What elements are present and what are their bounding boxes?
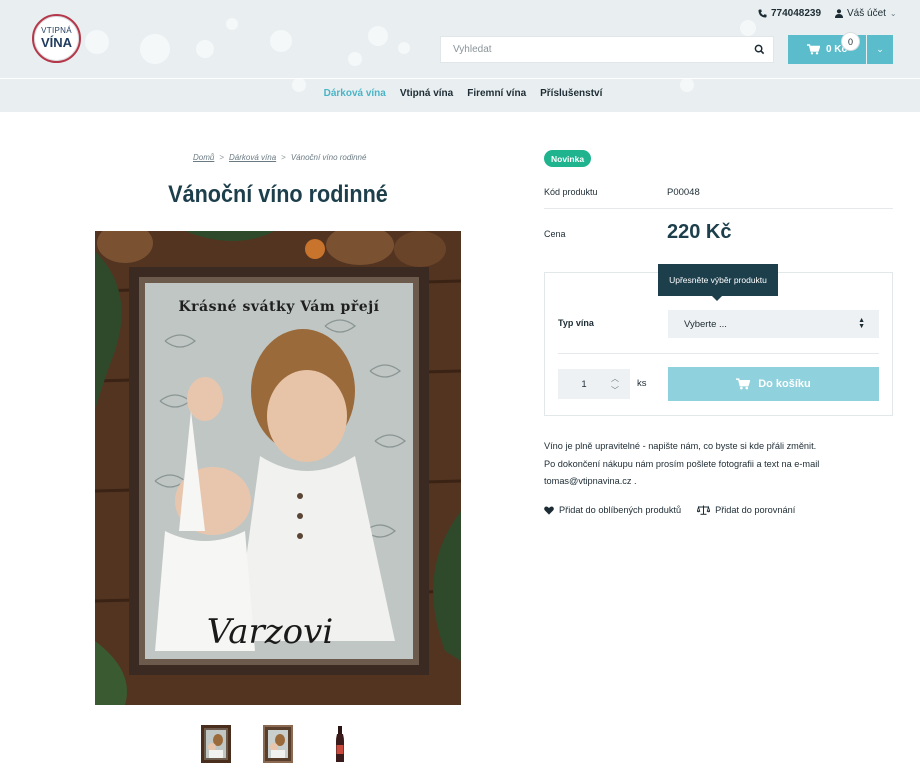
search-box: [440, 36, 774, 63]
image-greeting-text: Krásné svátky Vám přejí: [178, 299, 379, 315]
product-thumbnails: [201, 725, 355, 763]
breadcrumb-separator: >: [219, 153, 225, 162]
breadcrumb-home[interactable]: Domů: [193, 153, 214, 162]
divider: [544, 208, 893, 209]
bokeh-decoration: [226, 18, 238, 30]
search-input[interactable]: [441, 37, 751, 62]
thumbnail-2[interactable]: [263, 725, 293, 763]
variant-label: Typ vína: [558, 318, 594, 328]
product-main-image[interactable]: Krásné svátky Vám přejí Varzovi: [95, 231, 461, 705]
header-divider: [0, 78, 920, 79]
bokeh-decoration: [196, 40, 214, 58]
bokeh-decoration: [85, 30, 109, 54]
cart-count-badge: 0: [842, 33, 859, 50]
thumbnail-1[interactable]: [201, 725, 231, 763]
scales-icon: [697, 505, 711, 515]
logo-line-1: VTIPNÁ: [41, 26, 72, 35]
search-icon[interactable]: [754, 44, 765, 55]
quantity-increase-icon[interactable]: ︿: [608, 373, 622, 383]
divider: [558, 353, 879, 354]
bokeh-decoration: [140, 34, 170, 64]
price-label: Cena: [544, 229, 566, 239]
quantity-unit: ks: [637, 378, 647, 389]
cart-icon: [806, 44, 820, 55]
product-description: Víno je plně upravitelné - napište nám, …: [544, 438, 893, 491]
phone-number: 774048239: [771, 8, 822, 19]
site-logo[interactable]: VTIPNÁ VÍNA: [32, 14, 81, 63]
product-code-label: Kód produktu: [544, 187, 598, 197]
add-to-cart-label: Do košíku: [758, 378, 811, 390]
phone-icon: [758, 9, 767, 18]
account-label: Váš účet: [847, 8, 886, 19]
product-title: Vánoční víno rodinné: [168, 181, 388, 208]
quantity-decrease-icon[interactable]: ﹀: [608, 385, 622, 395]
bokeh-decoration: [398, 42, 410, 54]
description-line: Víno je plně upravitelné - napište nám, …: [544, 441, 817, 451]
add-to-favorites-link[interactable]: Přidat do oblíbených produktů: [544, 505, 681, 515]
add-to-compare-label: Přidat do porovnání: [715, 505, 796, 515]
nav-item-darkova-vina[interactable]: Dárková vína: [324, 88, 386, 99]
account-menu[interactable]: Váš účet ⌄: [835, 8, 897, 19]
add-to-compare-link[interactable]: Přidat do porovnání: [697, 505, 795, 515]
bokeh-decoration: [270, 30, 292, 52]
cart-dropdown-toggle[interactable]: ⌄: [867, 35, 893, 64]
quantity-input[interactable]: 1: [558, 369, 610, 399]
quantity-stepper: 1 ︿ ﹀: [558, 369, 630, 399]
nav-item-prislusenstvi[interactable]: Příslušenství: [540, 88, 602, 99]
bokeh-decoration: [740, 20, 756, 36]
site-header: VTIPNÁ VÍNA 774048239 Váš účet ⌄ 0 Kč 0 …: [0, 0, 920, 112]
nav-item-firemni-vina[interactable]: Firemní vína: [467, 88, 526, 99]
breadcrumb-current: Vánoční víno rodinné: [290, 153, 367, 162]
main-nav: Dárková vína Vtipná vína Firemní vína Př…: [0, 88, 920, 99]
thumbnail-3[interactable]: [325, 725, 355, 763]
description-line: tomas@vtipnavina.cz .: [544, 476, 637, 486]
price-value: 220 Kč: [667, 221, 732, 243]
variant-tooltip: Upřesněte výběr produktu: [658, 264, 778, 301]
logo-line-2: VÍNA: [40, 35, 73, 50]
breadcrumb-separator: >: [281, 153, 286, 162]
wine-bottle-thumbnail: [325, 725, 355, 763]
chevron-down-icon: ⌄: [876, 44, 884, 54]
new-badge: Novinka: [544, 150, 592, 167]
add-to-favorites-label: Přidat do oblíbených produktů: [559, 505, 682, 515]
product-photo: Krásné svátky Vám přejí Varzovi: [95, 231, 461, 705]
description-line: Po dokončení nákupu nám prosím pošlete f…: [544, 458, 820, 469]
phone-contact[interactable]: 774048239: [758, 8, 821, 19]
product-actions: Přidat do oblíbených produktů Přidat do …: [544, 505, 795, 515]
variant-select[interactable]: Vyberte ... ▲ ▼: [668, 310, 879, 338]
bokeh-decoration: [348, 52, 362, 66]
chevron-down-icon: ⌄: [889, 9, 897, 18]
add-to-cart-button[interactable]: Do košíku: [668, 367, 879, 401]
image-name-text: Varzovi: [207, 612, 333, 652]
bokeh-decoration: [368, 26, 388, 46]
breadcrumb-category[interactable]: Dárková vína: [229, 153, 276, 162]
thumbnail-image: [263, 725, 293, 763]
variant-select-value: Vyberte ...: [684, 318, 727, 330]
breadcrumb: Domů > Dárková vína > Vánoční víno rodin…: [193, 153, 366, 162]
nav-item-vtipna-vina[interactable]: Vtipná vína: [400, 88, 453, 99]
product-code-value: P00048: [667, 187, 700, 198]
select-arrows-icon: ▲ ▼: [858, 317, 865, 330]
user-icon: [835, 9, 843, 18]
heart-icon: [544, 506, 554, 515]
cart-icon: [736, 378, 751, 390]
thumbnail-image: [201, 725, 231, 763]
